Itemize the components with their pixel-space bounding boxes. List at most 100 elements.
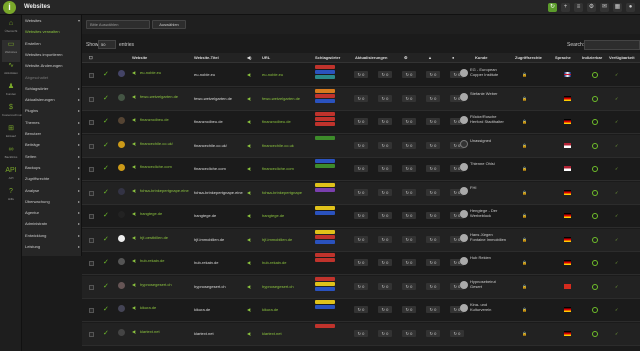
customer-name[interactable]: Hengtege - Der Werbeblock bbox=[470, 208, 508, 218]
row-checkbox[interactable] bbox=[89, 167, 94, 172]
site-name[interactable]: financechile.co.uk/ bbox=[140, 141, 190, 146]
customer-name[interactable]: Hypnosebeirut Gesert bbox=[470, 279, 508, 289]
nav-monitor[interactable]: ▭ Websites bbox=[2, 40, 20, 62]
table-row[interactable]: ✓ ◀) fohsa-brinkepertgnape.eine fohsa-brink… bbox=[82, 181, 640, 205]
menu-item[interactable]: Erstellen bbox=[25, 41, 80, 47]
filter-button[interactable]: Auswählen bbox=[152, 20, 186, 29]
update-count[interactable]: ↻ 0 bbox=[426, 212, 440, 219]
nav-dollar[interactable]: $ Kostenrechnung bbox=[2, 103, 24, 125]
menu-item[interactable]: Websites importieren bbox=[25, 52, 80, 58]
app-logo[interactable]: i bbox=[3, 1, 16, 14]
table-row[interactable]: ✓ ◀) finanzrodbeu.de finanzrodbeu.de ◀) finan… bbox=[82, 111, 640, 134]
nav-cart[interactable]: ⊞ Einkauf bbox=[2, 124, 20, 146]
gear-icon[interactable]: ⚙ bbox=[587, 3, 596, 12]
table-row[interactable]: ✓ ◀) hypnosegesert.ch hypnosegesert.ch ◀) hyp… bbox=[82, 275, 640, 299]
select-all-checkbox[interactable]: ☐ bbox=[89, 55, 93, 60]
row-checkbox[interactable] bbox=[89, 190, 94, 196]
update-count[interactable]: ↻ 0 bbox=[354, 141, 368, 149]
tag-badge[interactable] bbox=[315, 239, 335, 244]
access-icon[interactable]: 🔒 bbox=[522, 307, 527, 312]
customer-name[interactable]: Stefanie Weber bbox=[470, 91, 508, 96]
customer-name[interactable]: Thienne Ohlsi bbox=[470, 161, 508, 166]
update-count[interactable]: ↻ 0 bbox=[426, 118, 440, 125]
update-count[interactable]: ↻ 0 bbox=[426, 165, 440, 172]
site-url[interactable]: klartext.net bbox=[262, 331, 312, 336]
row-checkbox[interactable] bbox=[89, 214, 94, 219]
update-count[interactable]: ↻ 0 bbox=[378, 118, 392, 125]
update-count[interactable]: ↻ 0 bbox=[378, 235, 392, 243]
update-count[interactable]: ↻ 0 bbox=[354, 259, 368, 266]
menu-item[interactable]: Backups ▸ bbox=[25, 165, 80, 171]
update-count[interactable]: ↻ 0 bbox=[402, 94, 416, 102]
menu-item[interactable]: Leistung ▸ bbox=[25, 244, 80, 250]
col-website[interactable]: Website bbox=[132, 55, 147, 60]
update-count[interactable]: ↻ 0 bbox=[402, 118, 416, 125]
access-icon[interactable]: 🔒 bbox=[522, 213, 527, 218]
row-checkbox[interactable] bbox=[89, 331, 94, 337]
update-count[interactable]: ↻ 0 bbox=[426, 94, 440, 102]
table-row[interactable]: ✓ ◀) financecliche.com financecliche.com ◀) f… bbox=[82, 158, 640, 181]
table-row[interactable]: ✓ ◀) fewo-wetzelgarten.de fewo-wetzelgarten… bbox=[82, 87, 640, 111]
update-count[interactable]: ↻ 0 bbox=[426, 259, 440, 266]
tag-badge[interactable] bbox=[315, 117, 335, 121]
update-count[interactable]: ↻ 0 bbox=[354, 188, 368, 196]
tag-badge[interactable] bbox=[315, 164, 335, 168]
menu-item[interactable]: Plugins ▸ bbox=[25, 108, 80, 114]
update-count[interactable]: ↻ 0 bbox=[402, 282, 416, 290]
row-checkbox[interactable] bbox=[89, 73, 94, 78]
update-count[interactable]: ↻ 0 bbox=[378, 282, 392, 290]
update-count[interactable]: ↻ 0 bbox=[354, 165, 368, 172]
update-count[interactable]: ↻ 0 bbox=[354, 235, 368, 243]
update-count[interactable]: ↻ 0 bbox=[354, 71, 368, 78]
update-count[interactable]: ↻ 0 bbox=[426, 282, 440, 290]
tag-badge[interactable] bbox=[315, 70, 335, 74]
customer-name[interactable]: EG - European Copper Institute bbox=[470, 67, 508, 77]
access-icon[interactable]: 🔒 bbox=[522, 119, 527, 124]
menu-item[interactable]: Seiten ▸ bbox=[25, 154, 80, 160]
row-checkbox[interactable] bbox=[89, 261, 94, 266]
refresh-icon[interactable]: ↻ bbox=[548, 3, 557, 12]
update-count[interactable]: ↻ 0 bbox=[402, 71, 416, 78]
update-count[interactable]: ↻ 0 bbox=[378, 71, 392, 78]
tag-badge[interactable] bbox=[315, 159, 335, 163]
nav-home[interactable]: ⌂ Übersicht bbox=[2, 19, 20, 41]
tag-badge[interactable] bbox=[315, 65, 335, 69]
chat-icon[interactable]: ✉ bbox=[600, 3, 609, 12]
access-icon[interactable]: 🔒 bbox=[522, 143, 527, 148]
tag-badge[interactable] bbox=[315, 300, 335, 304]
menu-item[interactable]: Analyse ▸ bbox=[25, 188, 80, 194]
col-language[interactable]: Sprache bbox=[555, 55, 571, 60]
update-count[interactable]: ↻ 0 bbox=[354, 329, 368, 337]
tag-badge[interactable] bbox=[315, 75, 335, 79]
site-url[interactable]: hypnosegesert.ch bbox=[262, 284, 312, 289]
nav-link[interactable]: ∞ Backlinks bbox=[2, 145, 20, 167]
access-icon[interactable]: 🔒 bbox=[522, 72, 527, 77]
update-count[interactable]: ↻ 0 bbox=[378, 329, 392, 337]
tag-badge[interactable] bbox=[315, 187, 335, 192]
tag-badge[interactable] bbox=[315, 323, 335, 328]
site-url[interactable]: financechile.co.uk bbox=[262, 143, 312, 148]
site-name[interactable]: hypnosegesert.ch bbox=[140, 282, 190, 287]
row-checkbox[interactable] bbox=[89, 96, 94, 102]
table-row[interactable]: ✓ ◀) hub-rekain.de hub-rekain.de ◀) hub-rekai… bbox=[82, 252, 640, 275]
menu-item[interactable]: Websites ▾ bbox=[25, 18, 80, 24]
site-name[interactable]: finanzrodbeu.de bbox=[140, 117, 190, 122]
site-url[interactable]: finanzrodbeu.de bbox=[262, 119, 312, 124]
menu-item[interactable]: Überwachung ▸ bbox=[25, 199, 80, 205]
tag-badge[interactable] bbox=[315, 182, 335, 187]
col-availability[interactable]: Verfügbarkeit bbox=[609, 55, 635, 60]
table-row[interactable]: ✓ ◀) financechile.co.uk/financechile.co.uk… bbox=[82, 134, 640, 158]
update-count[interactable]: ↻ 0 bbox=[450, 329, 464, 337]
col-updates[interactable]: Aktualisierungen bbox=[355, 55, 387, 60]
site-name[interactable]: hangtege.de bbox=[140, 211, 190, 216]
access-icon[interactable]: 🔒 bbox=[522, 284, 527, 289]
menu-item[interactable]: Themes ▸ bbox=[25, 120, 80, 126]
row-checkbox[interactable] bbox=[89, 143, 94, 149]
customer-name[interactable]: Unassigned bbox=[470, 138, 508, 143]
table-row[interactable]: ✓ ◀) hjf-oestbillen.de hjf-immobilien.de ◀) h… bbox=[82, 228, 640, 252]
customer-name[interactable]: Hub Rekien bbox=[470, 255, 508, 260]
grid-icon[interactable]: ▦ bbox=[613, 3, 622, 12]
site-name[interactable]: kikura.de bbox=[140, 305, 190, 310]
col-url[interactable]: URL bbox=[262, 55, 270, 60]
nav-activity[interactable]: ∿ Aktivitäten bbox=[2, 61, 20, 83]
